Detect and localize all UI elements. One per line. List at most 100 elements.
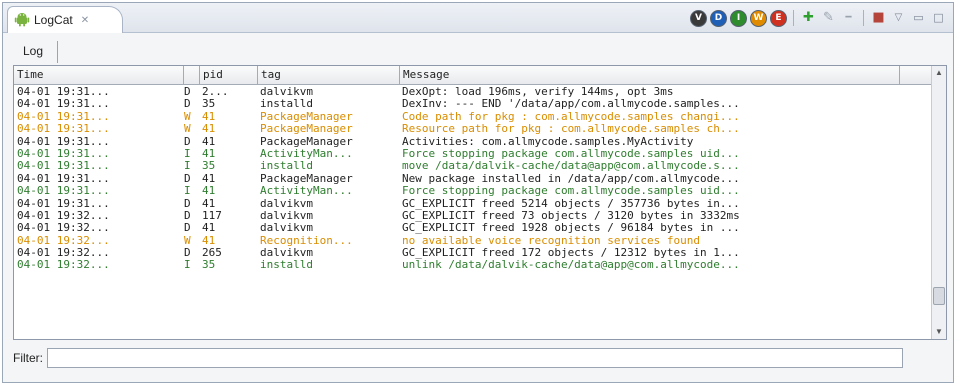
- table-row[interactable]: 04-01 19:31... D 41 dalvikvm GC_EXPLICIT fre…: [14, 198, 932, 210]
- maximize-icon[interactable]: □: [930, 10, 947, 26]
- cell-time: 04-01 19:32...: [17, 209, 110, 222]
- cell-level: D: [184, 135, 191, 148]
- filter-input[interactable]: [47, 348, 903, 368]
- cell-time: 04-01 19:31...: [17, 98, 110, 111]
- column-header-level[interactable]: [184, 66, 200, 84]
- cell-time: 04-01 19:31...: [17, 147, 110, 160]
- cell-tag: Recognition...: [260, 234, 353, 247]
- cell-level: W: [184, 110, 191, 123]
- cell-tag: ActivityMan...: [260, 185, 353, 198]
- cell-tag: dalvikvm: [260, 197, 313, 210]
- verbose-filter-button[interactable]: V: [690, 9, 707, 27]
- filter-label: Filter:: [13, 351, 43, 365]
- cell-message: Activities: com.allmycode.samples.MyActi…: [402, 135, 694, 148]
- cell-tag: PackageManager: [260, 135, 353, 148]
- filter-bar: Filter:: [13, 347, 903, 369]
- cell-pid: 2...: [202, 86, 229, 98]
- column-header-time[interactable]: Time: [14, 66, 184, 84]
- info-filter-button[interactable]: I: [730, 9, 747, 27]
- cell-time: 04-01 19:31...: [17, 123, 110, 136]
- cell-tag: PackageManager: [260, 110, 353, 123]
- remove-filter-icon[interactable]: ━: [840, 10, 857, 26]
- add-filter-icon[interactable]: ✚: [800, 10, 817, 26]
- cell-tag: dalvikvm: [260, 86, 313, 98]
- cell-level: D: [184, 209, 191, 222]
- cell-pid: 35: [202, 160, 216, 173]
- table-row[interactable]: 04-01 19:31... W 41 PackageManager Resource …: [14, 123, 932, 135]
- cell-level: W: [184, 123, 191, 136]
- cell-pid: 117: [202, 209, 222, 222]
- error-filter-button[interactable]: E: [770, 9, 787, 27]
- cell-pid: 41: [202, 222, 216, 235]
- cell-message: New package installed in /data/app/com.a…: [402, 172, 740, 185]
- table-row[interactable]: 04-01 19:31... D 2... dalvikvm DexOpt: load …: [14, 86, 932, 98]
- cell-pid: 41: [202, 197, 216, 210]
- cell-time: 04-01 19:31...: [17, 185, 110, 198]
- clear-log-icon[interactable]: ■: [870, 10, 887, 26]
- scroll-up-icon[interactable]: ▲: [932, 66, 946, 80]
- cell-tag: installd: [260, 98, 313, 111]
- cell-level: W: [184, 234, 191, 247]
- cell-time: 04-01 19:32...: [17, 247, 110, 260]
- cell-tag: PackageManager: [260, 123, 353, 136]
- table-row[interactable]: 04-01 19:31... W 41 PackageManager Code path…: [14, 111, 932, 123]
- cell-message: Force stopping package com.allmycode.sam…: [402, 147, 740, 160]
- cell-time: 04-01 19:31...: [17, 160, 110, 173]
- table-row[interactable]: 04-01 19:31... I 35 installd move /data/dalv…: [14, 160, 932, 172]
- cell-pid: 41: [202, 185, 216, 198]
- cell-message: Code path for pkg : com.allmycode.sample…: [402, 110, 740, 123]
- table-row[interactable]: 04-01 19:32... D 265 dalvikvm GC_EXPLICIT fr…: [14, 247, 932, 259]
- logcat-view: LogCat ✕ V D I W E ✚ ✎ ━ ■ ▽ ▭ □ Log Tim…: [2, 2, 954, 383]
- cell-time: 04-01 19:32...: [17, 259, 110, 272]
- cell-time: 04-01 19:31...: [17, 172, 110, 185]
- logcat-view-tab[interactable]: LogCat ✕: [7, 6, 123, 33]
- cell-level: D: [184, 247, 191, 260]
- tab-log[interactable]: Log: [13, 41, 59, 63]
- cell-level: I: [184, 185, 191, 198]
- table-row[interactable]: 04-01 19:32... D 41 dalvikvm GC_EXPLICIT fre…: [14, 222, 932, 234]
- table-row[interactable]: 04-01 19:31... D 41 PackageManager New packa…: [14, 173, 932, 185]
- cell-time: 04-01 19:31...: [17, 197, 110, 210]
- log-rows: 04-01 19:31... D 2... dalvikvm DexOpt: load …: [14, 86, 932, 272]
- minimize-icon[interactable]: ▭: [910, 10, 927, 26]
- edit-filter-icon[interactable]: ✎: [820, 10, 837, 26]
- table-row[interactable]: 04-01 19:31... D 41 PackageManager Activiti…: [14, 136, 932, 148]
- column-header-message[interactable]: Message: [400, 66, 900, 84]
- table-row[interactable]: 04-01 19:31... I 41 ActivityMan... Force sto…: [14, 148, 932, 160]
- cell-tag: PackageManager: [260, 172, 353, 185]
- cell-time: 04-01 19:32...: [17, 234, 110, 247]
- cell-message: no available voice recognition services …: [402, 234, 701, 247]
- table-row[interactable]: 04-01 19:32... D 117 dalvikvm GC_EXPLICIT fr…: [14, 210, 932, 222]
- cell-time: 04-01 19:32...: [17, 222, 110, 235]
- cell-tag: installd: [260, 259, 313, 272]
- cell-message: DexInv: --- END '/data/app/com.allmycode…: [402, 98, 740, 111]
- toolbar-separator: [793, 10, 794, 26]
- vertical-scrollbar[interactable]: ▲ ▼: [931, 66, 946, 339]
- cell-pid: 265: [202, 247, 222, 260]
- close-icon[interactable]: ✕: [81, 15, 89, 26]
- view-menu-icon[interactable]: ▽: [890, 10, 907, 26]
- table-row[interactable]: 04-01 19:32... W 41 Recognition... no availa…: [14, 235, 932, 247]
- warning-filter-button[interactable]: W: [750, 9, 767, 27]
- cell-level: I: [184, 259, 191, 272]
- column-header-pid[interactable]: pid: [200, 66, 258, 84]
- table-row[interactable]: 04-01 19:32... I 35 installd unlink /data/da…: [14, 259, 932, 271]
- cell-message: Force stopping package com.allmycode.sam…: [402, 185, 740, 198]
- cell-message: move /data/dalvik-cache/data@app@com.all…: [402, 160, 740, 173]
- cell-pid: 35: [202, 98, 216, 111]
- cell-message: DexOpt: load 196ms, verify 144ms, opt 3m…: [402, 86, 674, 98]
- cell-level: D: [184, 86, 191, 98]
- cell-level: D: [184, 172, 191, 185]
- cell-time: 04-01 19:31...: [17, 135, 110, 148]
- scroll-down-icon[interactable]: ▼: [932, 325, 946, 339]
- cell-pid: 35: [202, 259, 216, 272]
- cell-level: D: [184, 197, 191, 210]
- table-row[interactable]: 04-01 19:31... D 35 installd DexInv: --- END…: [14, 98, 932, 110]
- cell-time: 04-01 19:31...: [17, 110, 110, 123]
- debug-filter-button[interactable]: D: [710, 9, 727, 27]
- table-row[interactable]: 04-01 19:31... I 41 ActivityMan... Force sto…: [14, 185, 932, 197]
- column-header-tag[interactable]: tag: [258, 66, 400, 84]
- cell-tag: dalvikvm: [260, 247, 313, 260]
- cell-tag: ActivityMan...: [260, 147, 353, 160]
- scrollbar-thumb[interactable]: [933, 287, 945, 305]
